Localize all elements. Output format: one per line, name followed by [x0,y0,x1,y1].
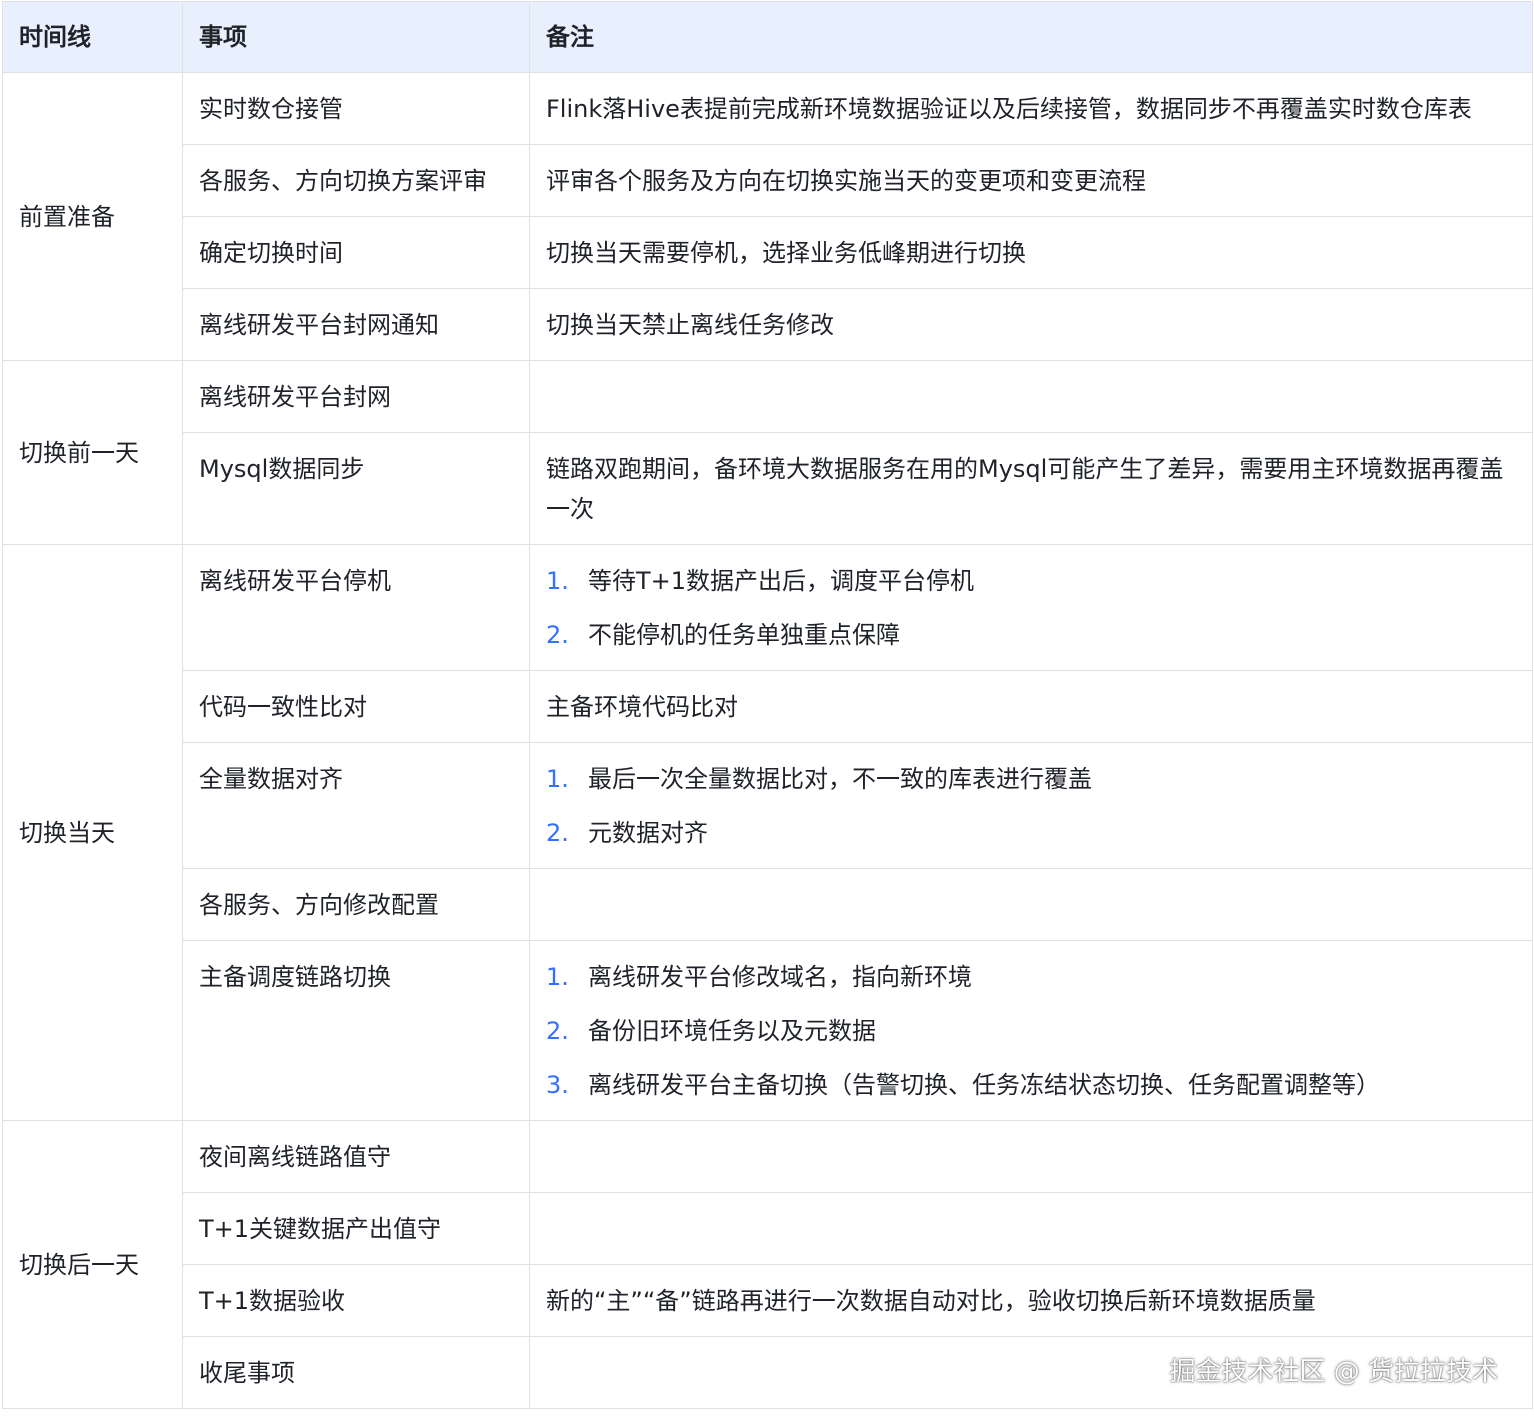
table-row: 切换后一天 夜间离线链路值守 [2,1120,1533,1409]
table-row: T+1关键数据产出值守 [3,1192,1533,1265]
table-row: T+1数据验收 新的“主”“备”链路再进行一次数据自动对比，验收切换后新环境数据… [3,1264,1533,1337]
list-item-text: 离线研发平台主备切换（告警切换、任务冻结状态切换、任务配置调整等） [588,1071,1380,1099]
steps-list: 1. 等待T+1数据产出后，调度平台停机 2. 不能停机的任务单独重点保障 [546,561,1516,655]
task-cell: 收尾事项 [182,1336,530,1409]
task-cell: 离线研发平台停机 [182,544,530,671]
list-item: 1. 等待T+1数据产出后，调度平台停机 [546,561,1516,601]
note-cell [529,1120,1533,1193]
list-item-text: 备份旧环境任务以及元数据 [588,1017,876,1045]
source-credit: 掘金技术社区 @ 货拉拉技术 [1169,1357,1498,1387]
phase-cell: 前置准备 [2,72,183,361]
note-cell: 新的“主”“备”链路再进行一次数据自动对比，验收切换后新环境数据质量 [529,1264,1533,1337]
list-item-text: 元数据对齐 [588,819,708,847]
task-cell: Mysql数据同步 [182,432,530,545]
list-number: 1. [546,765,569,793]
note-cell: 切换当天需要停机，选择业务低峰期进行切换 [529,216,1533,289]
task-cell: 离线研发平台封网 [182,360,530,433]
list-item: 1. 离线研发平台修改域名，指向新环境 [546,957,1516,997]
table-row: 确定切换时间 切换当天需要停机，选择业务低峰期进行切换 [3,216,1533,289]
table-row: 前置准备 实时数仓接管 Flink落Hive表提前完成新环境数据验证以及后续接管… [2,72,1533,361]
header-task: 事项 [182,1,530,73]
task-cell: 各服务、方向修改配置 [182,868,530,941]
list-item-text: 等待T+1数据产出后，调度平台停机 [588,567,975,595]
list-item: 2. 备份旧环境任务以及元数据 [546,1011,1516,1051]
list-item: 3. 离线研发平台主备切换（告警切换、任务冻结状态切换、任务配置调整等） [546,1065,1516,1105]
table-header-row: 时间线 事项 备注 [2,1,1533,73]
table-row: 全量数据对齐 1. 最后一次全量数据比对，不一致的库表进行覆盖 2. 元数据对齐 [3,742,1533,869]
list-item: 1. 最后一次全量数据比对，不一致的库表进行覆盖 [546,759,1516,799]
cutover-plan-table: 时间线 事项 备注 前置准备 实时数仓接管 Flink落Hive表提前完成新环境… [2,1,1533,1409]
steps-list: 1. 最后一次全量数据比对，不一致的库表进行覆盖 2. 元数据对齐 [546,759,1516,853]
table-row: 代码一致性比对 主备环境代码比对 [3,670,1533,743]
header-note: 备注 [529,1,1533,73]
task-cell: T+1关键数据产出值守 [182,1192,530,1265]
note-cell: 切换当天禁止离线任务修改 [529,288,1533,361]
list-number: 2. [546,1017,569,1045]
list-number: 1. [546,963,569,991]
note-cell: 评审各个服务及方向在切换实施当天的变更项和变更流程 [529,144,1533,217]
task-cell: 离线研发平台封网通知 [182,288,530,361]
task-cell: 各服务、方向切换方案评审 [182,144,530,217]
header-timeline: 时间线 [2,1,183,73]
list-number: 3. [546,1071,569,1099]
phase-cell: 切换当天 [2,544,183,1121]
phase-cell: 切换前一天 [2,360,183,545]
table-row: 离线研发平台封网通知 切换当天禁止离线任务修改 [3,288,1533,361]
task-cell: 夜间离线链路值守 [182,1120,530,1193]
note-cell: 主备环境代码比对 [529,670,1533,743]
table-row: 主备调度链路切换 1. 离线研发平台修改域名，指向新环境 2. 备份旧环境任务以及元… [3,940,1533,1121]
note-cell: 1. 离线研发平台修改域名，指向新环境 2. 备份旧环境任务以及元数据 3. 离线研发… [529,940,1533,1121]
table-row: 各服务、方向修改配置 [3,868,1533,941]
task-cell: 全量数据对齐 [182,742,530,869]
list-number: 1. [546,567,569,595]
task-cell: T+1数据验收 [182,1264,530,1337]
note-cell: 链路双跑期间，备环境大数据服务在用的Mysql可能产生了差异，需要用主环境数据再… [529,432,1533,545]
task-cell: 代码一致性比对 [182,670,530,743]
note-cell [529,360,1533,433]
task-cell: 实时数仓接管 [182,72,530,145]
list-number: 2. [546,819,569,847]
list-item-text: 最后一次全量数据比对，不一致的库表进行覆盖 [588,765,1092,793]
plan-table-container: 时间线 事项 备注 前置准备 实时数仓接管 Flink落Hive表提前完成新环境… [2,1,1533,1409]
task-cell: 确定切换时间 [182,216,530,289]
phase-cell: 切换后一天 [2,1120,183,1409]
table-row: 切换前一天 离线研发平台封网 [2,360,1533,545]
list-number: 2. [546,621,569,649]
list-item-text: 不能停机的任务单独重点保障 [588,621,900,649]
note-cell: Flink落Hive表提前完成新环境数据验证以及后续接管，数据同步不再覆盖实时数… [529,72,1533,145]
task-cell: 主备调度链路切换 [182,940,530,1121]
steps-list: 1. 离线研发平台修改域名，指向新环境 2. 备份旧环境任务以及元数据 3. 离线研发… [546,957,1516,1105]
list-item-text: 离线研发平台修改域名，指向新环境 [588,963,972,991]
note-cell: 1. 最后一次全量数据比对，不一致的库表进行覆盖 2. 元数据对齐 [529,742,1533,869]
note-cell: 1. 等待T+1数据产出后，调度平台停机 2. 不能停机的任务单独重点保障 [529,544,1533,671]
table-row: Mysql数据同步 链路双跑期间，备环境大数据服务在用的Mysql可能产生了差异… [3,432,1533,545]
table-row: 各服务、方向切换方案评审 评审各个服务及方向在切换实施当天的变更项和变更流程 [3,144,1533,217]
list-item: 2. 元数据对齐 [546,813,1516,853]
note-cell [529,1192,1533,1265]
list-item: 2. 不能停机的任务单独重点保障 [546,615,1516,655]
note-cell [529,868,1533,941]
table-row: 切换当天 离线研发平台停机 1. 等待T+1数据产出后，调度平台停机 2. 不能停机… [2,544,1533,1121]
